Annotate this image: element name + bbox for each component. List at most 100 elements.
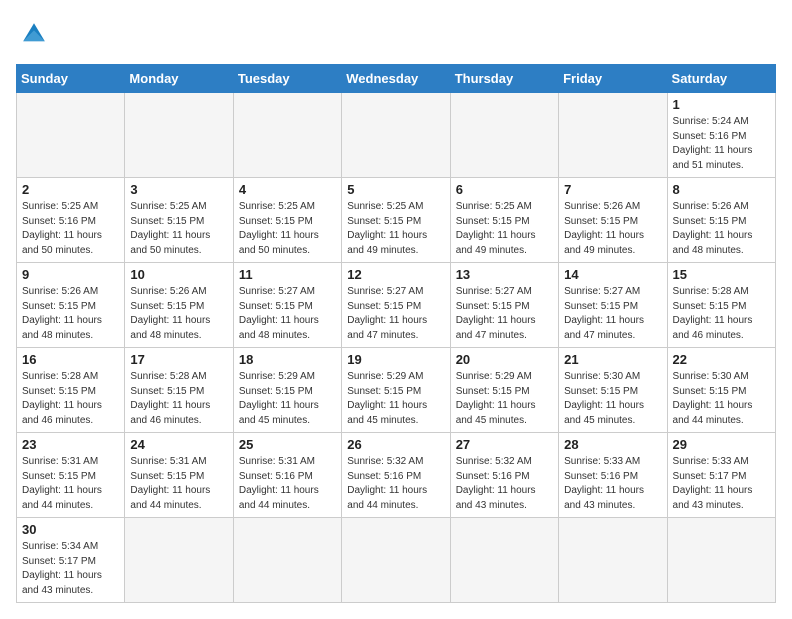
day-number: 13 (456, 267, 553, 282)
week-row-1: 2 Sunrise: 5:25 AMSunset: 5:16 PMDaylight… (17, 178, 776, 263)
day-info: Sunrise: 5:25 AMSunset: 5:15 PMDaylight:… (239, 200, 336, 258)
calendar-cell: 13Sunrise: 5:27 AMSunset: 5:15 PMDayligh… (450, 263, 558, 348)
header (16, 16, 776, 52)
calendar-cell: 14Sunrise: 5:27 AMSunset: 5:15 PMDayligh… (559, 263, 667, 348)
calendar-cell: 16 Sunrise: 5:28 AMSunset: 5:15 PMDayligh… (17, 348, 125, 433)
day-info: Sunrise: 5:31 AMSunset: 5:16 PMDaylight:… (239, 455, 336, 513)
calendar-cell: 28 Sunrise: 5:33 AMSunset: 5:16 PMDayligh… (559, 433, 667, 518)
calendar-cell (125, 93, 233, 178)
day-info: Sunrise: 5:32 AMSunset: 5:16 PMDaylight:… (347, 455, 444, 513)
day-number: 3 (130, 182, 227, 197)
calendar-cell: 18Sunrise: 5:29 AMSunset: 5:15 PMDayligh… (233, 348, 341, 433)
day-number: 20 (456, 352, 553, 367)
day-number: 5 (347, 182, 444, 197)
day-info: Sunrise: 5:26 AMSunset: 5:15 PMDaylight:… (22, 285, 119, 343)
day-number: 11 (239, 267, 336, 282)
calendar-cell: 5 Sunrise: 5:25 AMSunset: 5:15 PMDaylight… (342, 178, 450, 263)
day-info: Sunrise: 5:31 AMSunset: 5:15 PMDaylight:… (22, 455, 119, 513)
day-number: 24 (130, 437, 227, 452)
day-info: Sunrise: 5:25 AMSunset: 5:15 PMDaylight:… (347, 200, 444, 258)
calendar-cell: 2 Sunrise: 5:25 AMSunset: 5:16 PMDaylight… (17, 178, 125, 263)
day-info: Sunrise: 5:33 AMSunset: 5:16 PMDaylight:… (564, 455, 661, 513)
calendar-cell: 3 Sunrise: 5:25 AMSunset: 5:15 PMDaylight… (125, 178, 233, 263)
calendar-header-sunday: Sunday (17, 65, 125, 93)
calendar-cell: 27 Sunrise: 5:32 AMSunset: 5:16 PMDayligh… (450, 433, 558, 518)
day-info: Sunrise: 5:31 AMSunset: 5:15 PMDaylight:… (130, 455, 227, 513)
week-row-0: 1Sunrise: 5:24 AMSunset: 5:16 PMDaylight… (17, 93, 776, 178)
calendar-cell (450, 93, 558, 178)
calendar-cell: 22 Sunrise: 5:30 AMSunset: 5:15 PMDayligh… (667, 348, 775, 433)
calendar-cell: 7Sunrise: 5:26 AMSunset: 5:15 PMDaylight… (559, 178, 667, 263)
week-row-3: 16 Sunrise: 5:28 AMSunset: 5:15 PMDayligh… (17, 348, 776, 433)
week-row-4: 23Sunrise: 5:31 AMSunset: 5:15 PMDayligh… (17, 433, 776, 518)
day-info: Sunrise: 5:25 AMSunset: 5:15 PMDaylight:… (130, 200, 227, 258)
day-number: 9 (22, 267, 119, 282)
day-info: Sunrise: 5:29 AMSunset: 5:15 PMDaylight:… (347, 370, 444, 428)
day-number: 1 (673, 97, 770, 112)
calendar-cell (233, 518, 341, 603)
calendar-cell: 6 Sunrise: 5:25 AMSunset: 5:15 PMDaylight… (450, 178, 558, 263)
calendar-header-row: SundayMondayTuesdayWednesdayThursdayFrid… (17, 65, 776, 93)
calendar-cell: 26Sunrise: 5:32 AMSunset: 5:16 PMDayligh… (342, 433, 450, 518)
calendar-cell: 15Sunrise: 5:28 AMSunset: 5:15 PMDayligh… (667, 263, 775, 348)
calendar-cell: 20 Sunrise: 5:29 AMSunset: 5:15 PMDayligh… (450, 348, 558, 433)
day-info: Sunrise: 5:25 AMSunset: 5:15 PMDaylight:… (456, 200, 553, 258)
calendar-cell (450, 518, 558, 603)
day-number: 18 (239, 352, 336, 367)
calendar-header-saturday: Saturday (667, 65, 775, 93)
day-info: Sunrise: 5:26 AMSunset: 5:15 PMDaylight:… (130, 285, 227, 343)
calendar-cell (559, 518, 667, 603)
calendar-cell: 8Sunrise: 5:26 AMSunset: 5:15 PMDaylight… (667, 178, 775, 263)
day-info: Sunrise: 5:30 AMSunset: 5:15 PMDaylight:… (673, 370, 770, 428)
calendar-cell: 30Sunrise: 5:34 AMSunset: 5:17 PMDayligh… (17, 518, 125, 603)
day-number: 16 (22, 352, 119, 367)
day-info: Sunrise: 5:27 AMSunset: 5:15 PMDaylight:… (564, 285, 661, 343)
day-info: Sunrise: 5:27 AMSunset: 5:15 PMDaylight:… (347, 285, 444, 343)
calendar-header-monday: Monday (125, 65, 233, 93)
week-row-5: 30Sunrise: 5:34 AMSunset: 5:17 PMDayligh… (17, 518, 776, 603)
day-info: Sunrise: 5:33 AMSunset: 5:17 PMDaylight:… (673, 455, 770, 513)
day-number: 27 (456, 437, 553, 452)
day-number: 12 (347, 267, 444, 282)
calendar-cell (342, 93, 450, 178)
day-number: 28 (564, 437, 661, 452)
calendar-cell: 25 Sunrise: 5:31 AMSunset: 5:16 PMDayligh… (233, 433, 341, 518)
calendar-cell: 23Sunrise: 5:31 AMSunset: 5:15 PMDayligh… (17, 433, 125, 518)
day-info: Sunrise: 5:28 AMSunset: 5:15 PMDaylight:… (22, 370, 119, 428)
calendar-cell (667, 518, 775, 603)
day-number: 22 (673, 352, 770, 367)
calendar-cell: 17Sunrise: 5:28 AMSunset: 5:15 PMDayligh… (125, 348, 233, 433)
day-info: Sunrise: 5:25 AMSunset: 5:16 PMDaylight:… (22, 200, 119, 258)
calendar: SundayMondayTuesdayWednesdayThursdayFrid… (16, 64, 776, 603)
calendar-cell: 12 Sunrise: 5:27 AMSunset: 5:15 PMDayligh… (342, 263, 450, 348)
day-info: Sunrise: 5:27 AMSunset: 5:15 PMDaylight:… (239, 285, 336, 343)
day-number: 25 (239, 437, 336, 452)
day-number: 7 (564, 182, 661, 197)
calendar-header-wednesday: Wednesday (342, 65, 450, 93)
calendar-cell: 29 Sunrise: 5:33 AMSunset: 5:17 PMDayligh… (667, 433, 775, 518)
calendar-cell: 19 Sunrise: 5:29 AMSunset: 5:15 PMDayligh… (342, 348, 450, 433)
day-info: Sunrise: 5:29 AMSunset: 5:15 PMDaylight:… (456, 370, 553, 428)
calendar-header-friday: Friday (559, 65, 667, 93)
calendar-header-tuesday: Tuesday (233, 65, 341, 93)
calendar-cell (233, 93, 341, 178)
day-number: 17 (130, 352, 227, 367)
day-number: 29 (673, 437, 770, 452)
calendar-cell: 10Sunrise: 5:26 AMSunset: 5:15 PMDayligh… (125, 263, 233, 348)
day-number: 19 (347, 352, 444, 367)
day-number: 21 (564, 352, 661, 367)
day-number: 8 (673, 182, 770, 197)
calendar-header-thursday: Thursday (450, 65, 558, 93)
calendar-cell: 4Sunrise: 5:25 AMSunset: 5:15 PMDaylight… (233, 178, 341, 263)
calendar-cell (17, 93, 125, 178)
week-row-2: 9 Sunrise: 5:26 AMSunset: 5:15 PMDaylight… (17, 263, 776, 348)
calendar-cell: 9 Sunrise: 5:26 AMSunset: 5:15 PMDaylight… (17, 263, 125, 348)
calendar-cell: 11 Sunrise: 5:27 AMSunset: 5:15 PMDayligh… (233, 263, 341, 348)
day-info: Sunrise: 5:34 AMSunset: 5:17 PMDaylight:… (22, 540, 119, 598)
day-number: 2 (22, 182, 119, 197)
day-info: Sunrise: 5:32 AMSunset: 5:16 PMDaylight:… (456, 455, 553, 513)
calendar-cell: 21 Sunrise: 5:30 AMSunset: 5:15 PMDayligh… (559, 348, 667, 433)
day-info: Sunrise: 5:30 AMSunset: 5:15 PMDaylight:… (564, 370, 661, 428)
logo (16, 16, 58, 52)
day-number: 6 (456, 182, 553, 197)
